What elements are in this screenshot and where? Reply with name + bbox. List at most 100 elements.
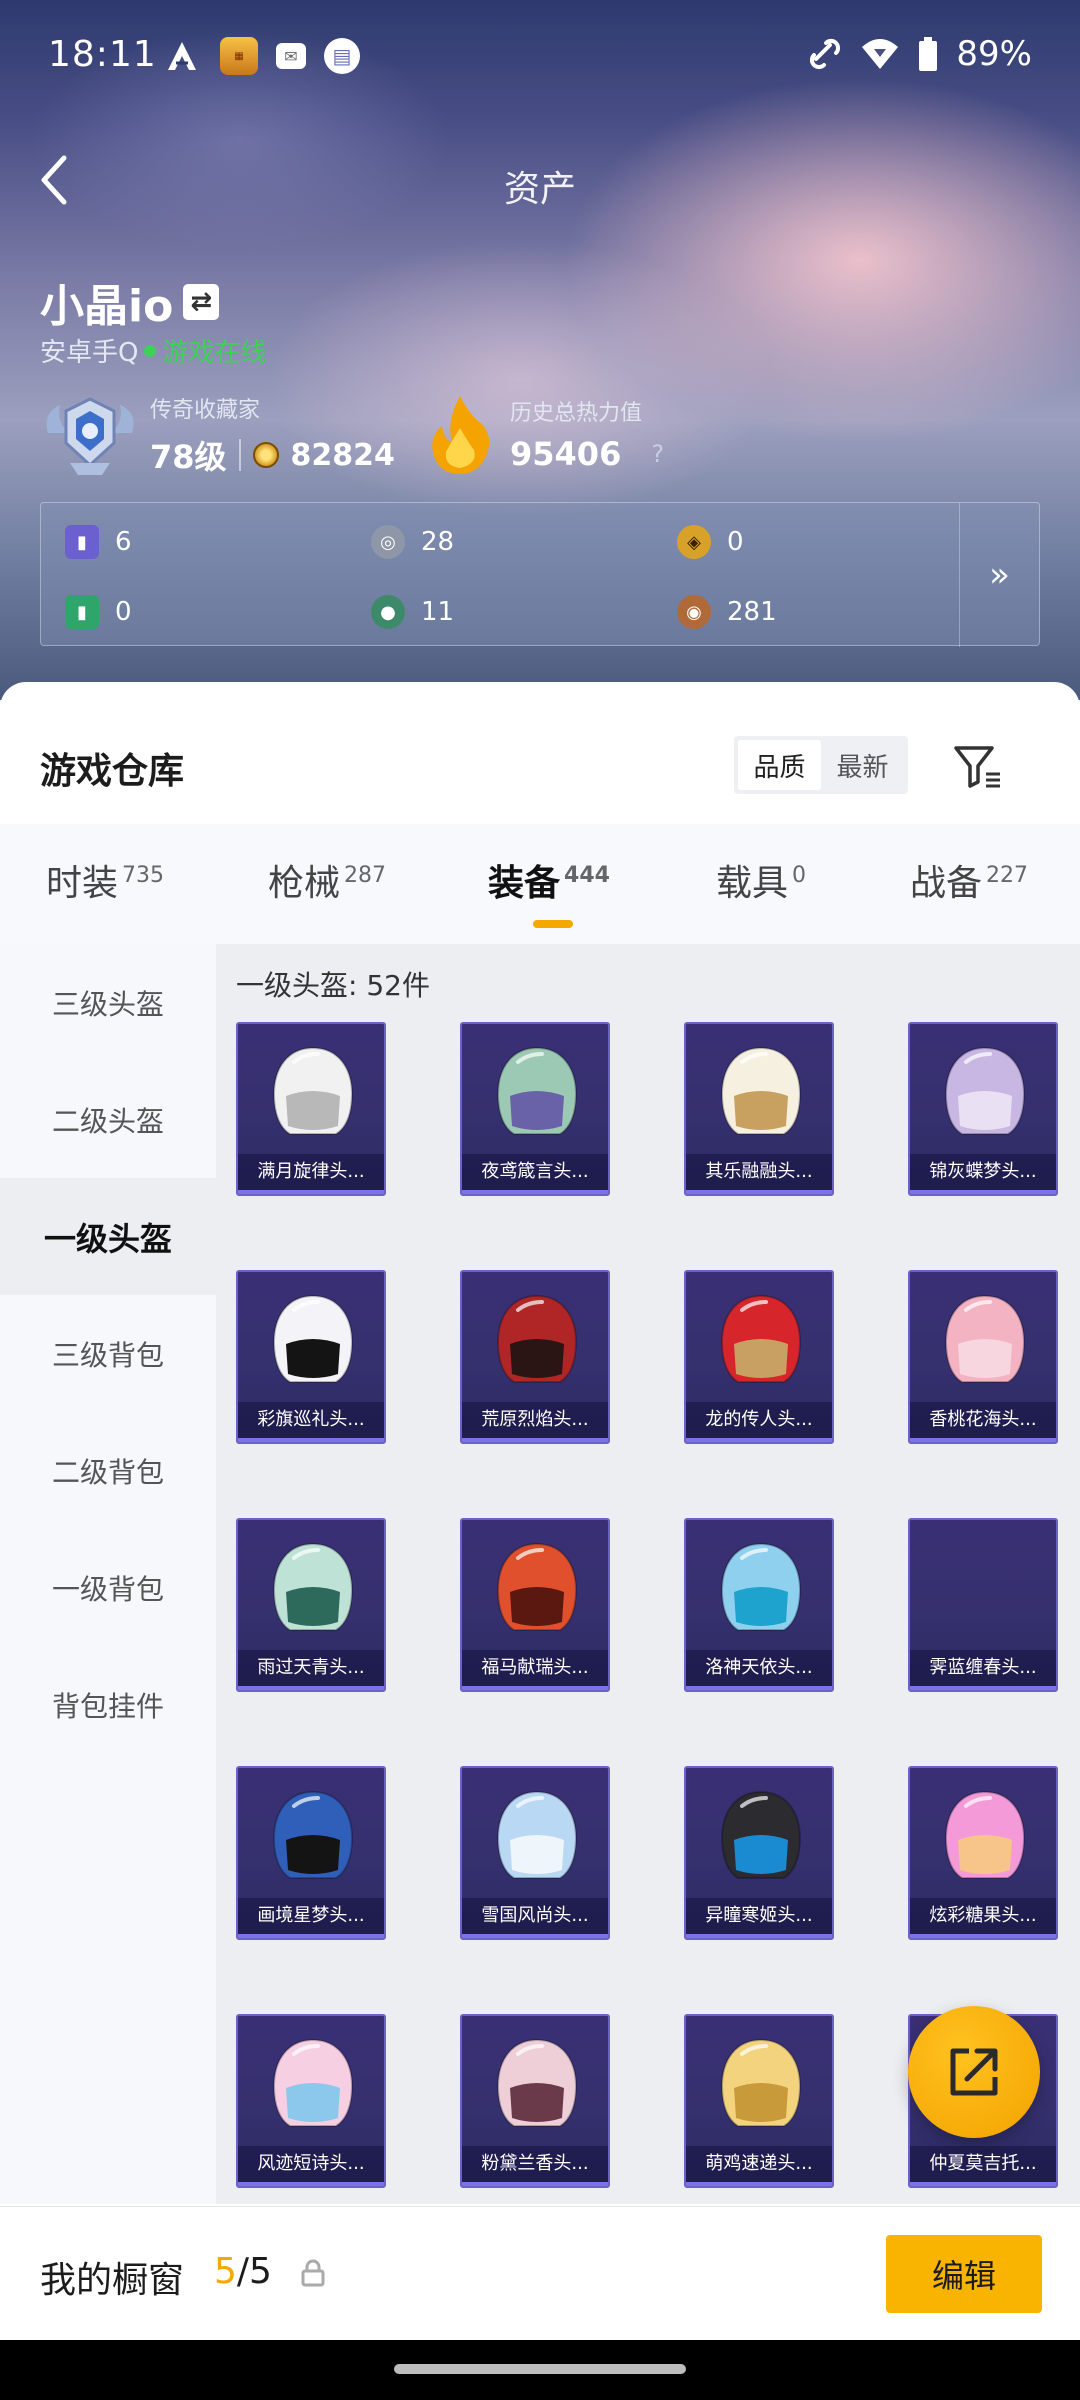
subcategory-item[interactable]: 三级背包 xyxy=(0,1295,216,1412)
asset-bronze-coin: ◉ 281 xyxy=(677,595,777,629)
helmet-item-card[interactable]: 异瞳寒姬头... xyxy=(684,1766,834,1940)
status-time: 18:11 xyxy=(48,34,157,75)
item-name: 其乐融融头... xyxy=(686,1154,832,1190)
helmet-item-card[interactable]: 霁蓝缠春头... xyxy=(908,1518,1058,1692)
helmet-item-card[interactable]: 彩旗巡礼头... xyxy=(236,1270,386,1444)
edit-button[interactable]: 编辑 xyxy=(886,2235,1042,2313)
home-indicator[interactable] xyxy=(394,2364,686,2374)
green-card-icon: ▮ xyxy=(65,595,99,629)
collector-rank[interactable]: 传奇收藏家 78级 82824 xyxy=(40,392,395,478)
helmet-item-card[interactable]: 雨过天青头... xyxy=(236,1518,386,1692)
subcategory-item[interactable]: 一级背包 xyxy=(0,1529,216,1646)
tab-label: 时装 xyxy=(46,863,119,904)
helmet-icon xyxy=(496,1790,578,1879)
item-name: 炫彩糖果头... xyxy=(910,1898,1056,1934)
battery-icon xyxy=(919,37,938,71)
platform-label: 安卓手Q xyxy=(40,338,139,368)
helmet-item-card[interactable]: 满月旋律头... xyxy=(236,1022,386,1196)
legend-collector-emblem-icon xyxy=(46,397,134,475)
helmet-item-card[interactable]: 洛神天依头... xyxy=(684,1518,834,1692)
tab-count: 735 xyxy=(122,863,165,888)
asset-silver-coin: ◎ 28 xyxy=(371,525,454,559)
heat-title: 历史总热力值 xyxy=(510,401,643,426)
asset-value: 0 xyxy=(727,527,744,557)
more-assets-chevron-icon[interactable]: » xyxy=(959,503,1039,647)
tab-equipment[interactable]: 装备 444 xyxy=(488,854,610,906)
helmet-item-card[interactable]: 夜鸢箴言头... xyxy=(460,1022,610,1196)
showcase-count: 5/5 xyxy=(214,2251,272,2292)
item-name: 仲夏莫吉托... xyxy=(910,2146,1056,2182)
item-name: 画境星梦头... xyxy=(238,1898,384,1934)
subcategory-item[interactable]: 背包挂件 xyxy=(0,1646,216,1763)
helmet-item-card[interactable]: 龙的传人头... xyxy=(684,1270,834,1444)
asset-value: 0 xyxy=(115,597,132,627)
switch-account-icon[interactable]: ⇄ xyxy=(183,284,220,320)
item-name: 粉黛兰香头... xyxy=(462,2146,608,2182)
heat-value-block[interactable]: 历史总热力值 95406 ? xyxy=(424,392,664,476)
help-icon[interactable]: ? xyxy=(651,440,664,468)
tab-label: 载具 xyxy=(716,863,789,904)
helmet-item-card[interactable]: 香桃花海头... xyxy=(908,1270,1058,1444)
helmet-item-card[interactable]: 粉黛兰香头... xyxy=(460,2014,610,2188)
item-name: 香桃花海头... xyxy=(910,1402,1056,1438)
subcategory-item[interactable]: 二级背包 xyxy=(0,1412,216,1529)
asset-value: 6 xyxy=(115,527,132,557)
helmet-item-card[interactable]: 福马献瑞头... xyxy=(460,1518,610,1692)
wifi-icon xyxy=(862,39,899,69)
helmet-item-card[interactable]: 荒原烈焰头... xyxy=(460,1270,610,1444)
username: 小晶io ⇄ xyxy=(40,270,220,334)
silver-coin-icon: ◎ xyxy=(371,525,405,559)
tab-count: 287 xyxy=(344,863,387,888)
online-status: 游戏在线 xyxy=(162,338,267,368)
tab-vehicles[interactable]: 载具 0 xyxy=(716,854,806,906)
helmet-item-card[interactable]: 雪国风尚头... xyxy=(460,1766,610,1940)
collector-coins: 82824 xyxy=(290,437,395,473)
grid-header: 一级头盔: 52件 xyxy=(236,969,430,1002)
asset-value: 11 xyxy=(421,597,455,627)
game-app-icon: ▦ xyxy=(220,37,258,75)
helmet-icon xyxy=(496,1542,578,1631)
status-bar: 18:11 ▦ ✉ ▤ 89% xyxy=(0,0,1080,110)
green-orb-icon: ● xyxy=(371,595,405,629)
helmet-item-card[interactable]: 风迹短诗头... xyxy=(236,2014,386,2188)
helmet-icon xyxy=(720,1790,802,1879)
helmet-item-card[interactable]: 萌鸡速递头... xyxy=(684,2014,834,2188)
tab-fashion[interactable]: 时装 735 xyxy=(46,854,164,906)
filter-icon[interactable] xyxy=(950,738,1006,794)
subcategory-item[interactable]: 二级头盔 xyxy=(0,1061,216,1178)
tab-battle-gear[interactable]: 战备 227 xyxy=(910,854,1028,906)
showcase-bar: 我的橱窗 5/5 编辑 xyxy=(0,2206,1080,2340)
helmet-item-card[interactable]: 锦灰蝶梦头... xyxy=(908,1022,1058,1196)
helmet-icon xyxy=(496,1294,578,1383)
profile-header: 18:11 ▦ ✉ ▤ 89% 资产 小晶io ⇄ 安卓手Q 游戏在线 传奇收藏… xyxy=(0,0,1080,700)
helmet-item-card[interactable]: 炫彩糖果头... xyxy=(908,1766,1058,1940)
warehouse-sheet: 游戏仓库 品质 最新 时装 735 枪械 287 装备 444 载具 0 战备 227 三… xyxy=(0,682,1080,2212)
helmet-icon xyxy=(496,1046,578,1135)
sort-newest[interactable]: 最新 xyxy=(821,740,904,790)
asset-value: 281 xyxy=(727,597,777,627)
asset-summary-panel[interactable]: ▮ 6 ◎ 28 ◈ 0 ▮ 0 ● 11 ◉ 281 » xyxy=(40,502,1040,647)
gesture-bar xyxy=(0,2340,1080,2400)
helmet-icon xyxy=(720,1542,802,1631)
sort-quality[interactable]: 品质 xyxy=(738,740,821,790)
showcase-used: 5 xyxy=(214,2251,237,2292)
active-tab-indicator xyxy=(533,920,573,928)
item-name: 福马献瑞头... xyxy=(462,1650,608,1686)
helmet-item-card[interactable]: 其乐融融头... xyxy=(684,1022,834,1196)
item-name: 洛神天依头... xyxy=(686,1650,832,1686)
purple-card-icon: ▮ xyxy=(65,525,99,559)
helmet-icon xyxy=(496,2038,578,2127)
item-name: 异瞳寒姬头... xyxy=(686,1898,832,1934)
helmet-icon xyxy=(272,2038,354,2127)
subcategory-item[interactable]: 三级头盔 xyxy=(0,944,216,1061)
tab-label: 装备 xyxy=(488,863,561,904)
tab-label: 枪械 xyxy=(268,863,341,904)
share-button[interactable] xyxy=(908,2006,1040,2138)
online-dot-icon xyxy=(144,344,157,357)
showcase-total: 5 xyxy=(249,2251,272,2292)
subcategory-item-active[interactable]: 一级头盔 xyxy=(0,1178,216,1295)
helmet-item-card[interactable]: 画境星梦头... xyxy=(236,1766,386,1940)
tab-weapons[interactable]: 枪械 287 xyxy=(268,854,386,906)
rank-level: 78级 xyxy=(150,438,227,476)
item-name: 风迹短诗头... xyxy=(238,2146,384,2182)
